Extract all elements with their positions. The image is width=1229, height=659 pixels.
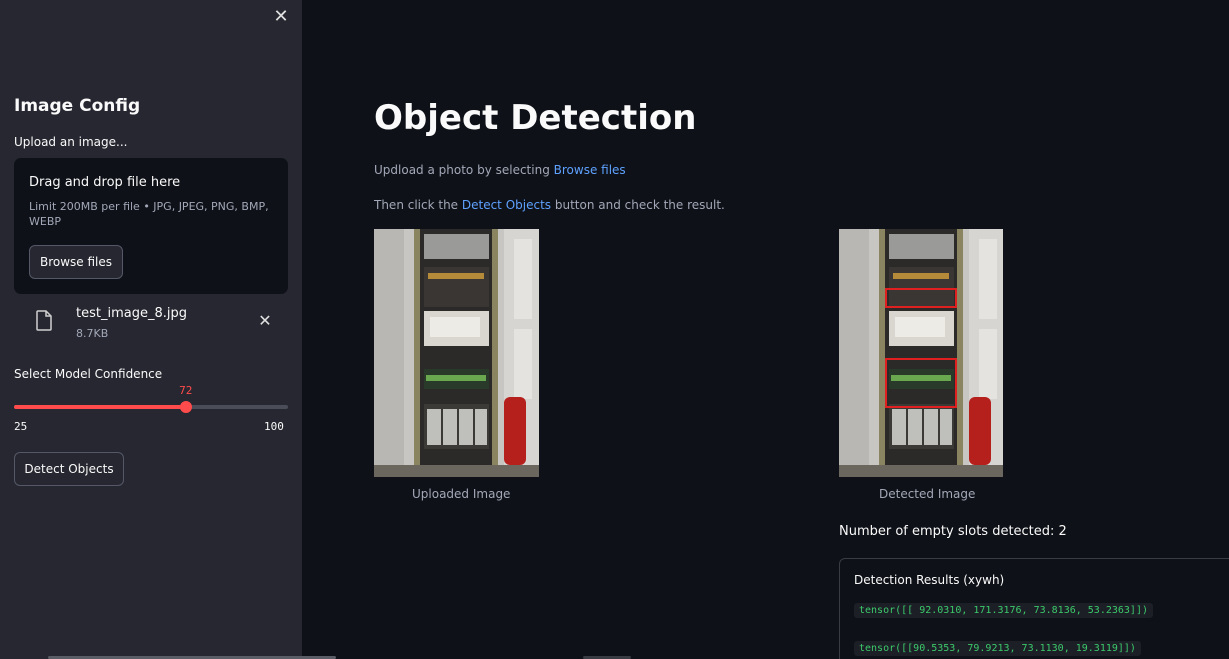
slider-fill [14, 405, 186, 409]
instruction-text: Then click the [374, 198, 462, 212]
dropzone-title: Drag and drop file here [29, 175, 181, 190]
detection-result-code: tensor([[90.5353, 79.9213, 73.1130, 19.3… [854, 641, 1141, 656]
empty-slots-count: Number of empty slots detected: 2 [839, 524, 1067, 539]
detected-image [839, 229, 1003, 477]
file-name: test_image_8.jpg [76, 306, 187, 321]
uploaded-file-item: test_image_8.jpg 8.7KB ✕ [14, 300, 288, 344]
detect-objects-link[interactable]: Detect Objects [462, 198, 551, 212]
sidebar: ✕ Image Config Upload an image... Drag a… [0, 0, 336, 659]
sidebar-title: Image Config [14, 96, 141, 116]
remove-file-icon[interactable]: ✕ [257, 312, 273, 330]
confidence-slider-label: Select Model Confidence [14, 367, 163, 381]
instruction-text: Updload a photo by selecting [374, 163, 554, 177]
uploaded-image [374, 229, 539, 477]
detected-image-caption: Detected Image [879, 487, 976, 501]
confidence-slider[interactable] [14, 401, 288, 413]
browse-files-link[interactable]: Browse files [554, 163, 626, 177]
instruction-text: button and check the result. [551, 198, 725, 212]
dropzone-limits: Limit 200MB per file • JPG, JPEG, PNG, B… [29, 200, 269, 228]
instruction-line-1: Updload a photo by selecting Browse file… [374, 163, 626, 177]
upload-label: Upload an image... [14, 135, 128, 149]
instruction-line-2: Then click the Detect Objects button and… [374, 198, 725, 212]
detection-results-title: Detection Results (xywh) [854, 573, 1005, 587]
file-dropzone[interactable]: Drag and drop file here Limit 200MB per … [14, 158, 288, 294]
browse-files-button[interactable]: Browse files [29, 245, 123, 279]
slider-min-label: 25 [14, 420, 28, 433]
file-icon [36, 310, 52, 331]
file-size: 8.7KB [76, 327, 109, 340]
detection-result-code: tensor([[ 92.0310, 171.3176, 73.8136, 53… [854, 603, 1153, 618]
slider-max-label: 100 [264, 420, 284, 433]
detection-results-panel: Detection Results (xywh) tensor([[ 92.03… [839, 558, 1229, 659]
confidence-slider-value: 72 [179, 384, 193, 397]
slider-thumb[interactable] [179, 401, 192, 413]
close-sidebar-icon[interactable]: ✕ [270, 6, 292, 28]
page-title: Object Detection [374, 98, 697, 138]
detect-objects-button[interactable]: Detect Objects [14, 452, 124, 486]
uploaded-image-caption: Uploaded Image [412, 487, 511, 501]
